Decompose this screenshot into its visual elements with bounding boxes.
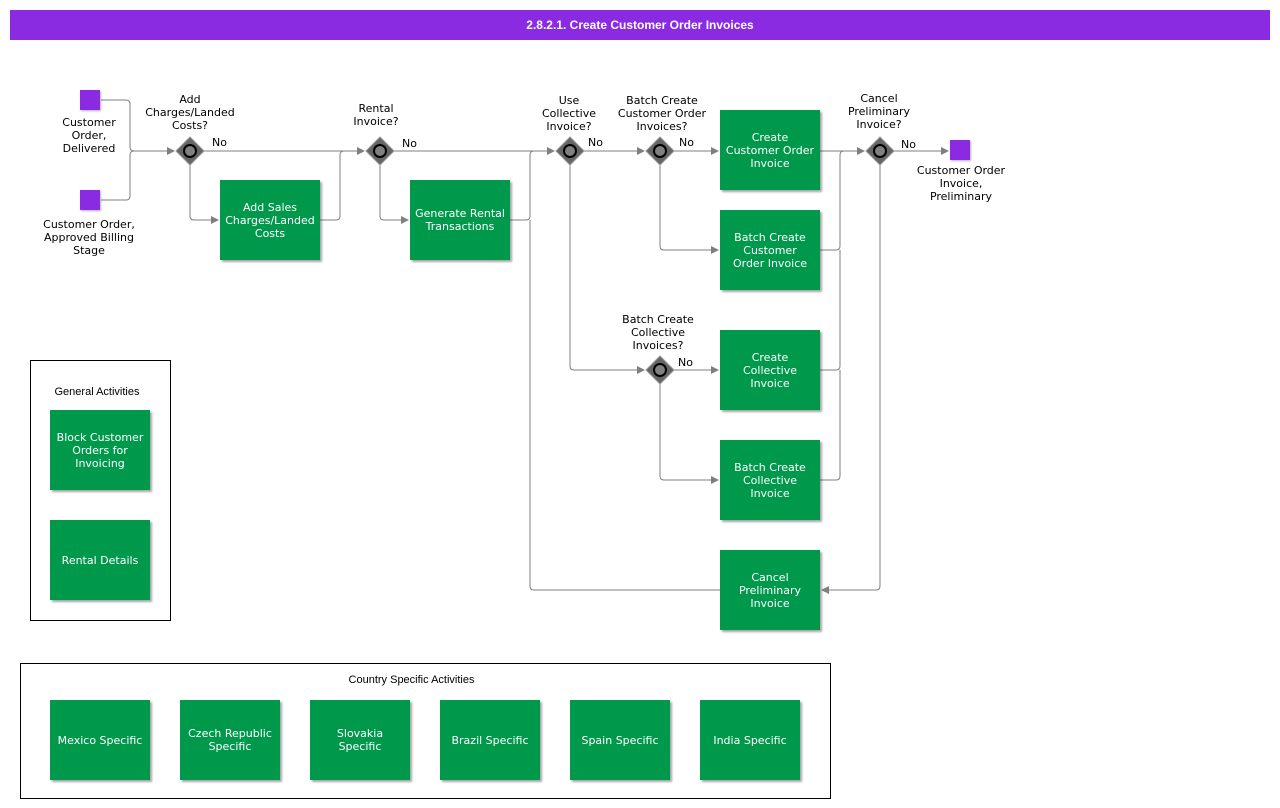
flow-batch-coll-out: [820, 370, 841, 481]
activity-cancel-preliminary-invoice[interactable]: Cancel Preliminary Invoice: [720, 550, 820, 630]
flow-addsales-out: [320, 150, 345, 221]
country-specific-title: Country Specific Activities: [348, 674, 475, 686]
no-label-gw2: No: [402, 137, 417, 150]
diagram-title: 2.8.2.1. Create Customer Order Invoices: [10, 10, 1270, 40]
start-event-billing[interactable]: [80, 190, 100, 210]
gateway-batch-collective-label: Batch Create Collective Invoices?: [622, 313, 694, 352]
gateway-batch-customer-order-label: Batch Create Customer Order Invoices?: [617, 94, 707, 133]
flow-rental-out: [510, 150, 535, 221]
gateway-batch-collective: [645, 355, 675, 385]
no-label-gw3: No: [588, 136, 603, 149]
gateway-add-charges-label: Add Charges/Landed Costs?: [145, 93, 235, 132]
flow-gw2-yes: [379, 165, 409, 224]
gateway-rental-invoice: [365, 136, 395, 166]
gateway-cancel-preliminary: [865, 136, 895, 166]
activity-add-sales-charges[interactable]: Add Sales Charges/Landed Costs: [220, 180, 320, 260]
activity-india-specific[interactable]: India Specific: [700, 700, 800, 780]
flow-batch-co-out: [820, 150, 845, 251]
flow-create-coll-out: [820, 250, 841, 371]
flow-cancel-out: [529, 220, 720, 591]
activity-rental-details[interactable]: Rental Details: [50, 520, 150, 600]
activity-mexico-specific[interactable]: Mexico Specific: [50, 700, 150, 780]
flow-gw1-yes: [189, 165, 219, 224]
gateway-use-collective: [555, 136, 585, 166]
no-label-gw1: No: [212, 136, 227, 149]
gateway-cancel-preliminary-label: Cancel Preliminary Invoice?: [847, 92, 911, 131]
gateway-use-collective-label: Use Collective Invoice?: [542, 94, 596, 133]
start-event-delivered-label: Customer Order, Delivered: [62, 116, 116, 155]
flow-gw5-yes: [659, 384, 719, 484]
no-label-gw5: No: [678, 356, 693, 369]
flow-gw6-yes: [821, 165, 881, 594]
start-event-delivered[interactable]: [80, 90, 100, 110]
activity-create-customer-order-invoice[interactable]: Create Customer Order Invoice: [720, 110, 820, 190]
activity-czech-republic-specific[interactable]: Czech Republic Specific: [180, 700, 280, 780]
general-activities-title: General Activities: [54, 386, 140, 398]
no-label-gw4: No: [679, 136, 694, 149]
no-label-gw6: No: [901, 138, 916, 151]
activity-block-customer-orders[interactable]: Block Customer Orders for Invoicing: [50, 410, 150, 490]
start-event-billing-label: Customer Order, Approved Billing Stage: [43, 218, 135, 257]
activity-brazil-specific[interactable]: Brazil Specific: [440, 700, 540, 780]
end-event-preliminary-label: Customer Order Invoice, Preliminary: [916, 164, 1006, 203]
activity-batch-create-collective-invoice[interactable]: Batch Create Collective Invoice: [720, 440, 820, 520]
activity-spain-specific[interactable]: Spain Specific: [570, 700, 670, 780]
activity-slovakia-specific[interactable]: Slovakia Specific: [310, 700, 410, 780]
gateway-add-charges: [175, 136, 205, 166]
end-event-preliminary[interactable]: [950, 140, 970, 160]
activity-batch-create-customer-order-invoice[interactable]: Batch Create Customer Order Invoice: [720, 210, 820, 290]
flow-start-billing: [101, 150, 135, 201]
gateway-rental-invoice-label: Rental Invoice?: [353, 102, 399, 128]
activity-generate-rental-transactions[interactable]: Generate Rental Transactions: [410, 180, 510, 260]
activity-create-collective-invoice[interactable]: Create Collective Invoice: [720, 330, 820, 410]
flow-gw4-yes: [659, 165, 719, 254]
gateway-batch-customer-order: [645, 136, 675, 166]
